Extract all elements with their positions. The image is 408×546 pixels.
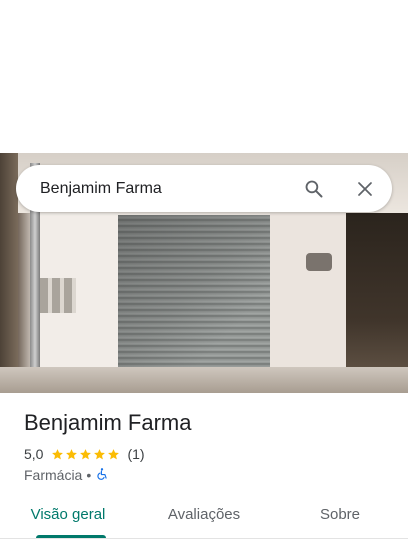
place-title: Benjamim Farma <box>24 410 192 435</box>
star-icon <box>66 448 78 459</box>
wheelchair-icon <box>95 467 109 484</box>
star-icon <box>52 448 64 459</box>
rating-value: 5,0 <box>24 446 44 462</box>
star-icon <box>94 448 106 459</box>
search-icon[interactable] <box>300 175 328 203</box>
photo-floor <box>0 367 408 393</box>
search-input[interactable] <box>40 173 280 204</box>
tab-reviews[interactable]: Avaliações <box>136 496 272 538</box>
tab-about[interactable]: Sobre <box>272 496 408 538</box>
separator-dot: • <box>86 467 92 483</box>
rating-row[interactable]: 5,0 (1) <box>24 444 145 464</box>
review-count[interactable]: (1) <box>127 446 144 462</box>
close-icon[interactable] <box>351 175 379 203</box>
search-bar <box>16 165 392 212</box>
category-row: Farmácia • <box>24 465 109 485</box>
photo-interior <box>346 213 408 393</box>
photo-sign <box>306 253 332 271</box>
star-icon <box>80 448 92 459</box>
photo-boxes <box>40 278 76 313</box>
tab-overview[interactable]: Visão geral <box>0 496 136 538</box>
photo-wall-right <box>270 213 346 393</box>
star-icon <box>108 448 120 459</box>
star-rating <box>51 448 121 461</box>
place-category: Farmácia <box>24 467 83 483</box>
tabs-divider <box>0 538 408 539</box>
place-tabs: Visão geral Avaliações Sobre <box>0 496 408 538</box>
